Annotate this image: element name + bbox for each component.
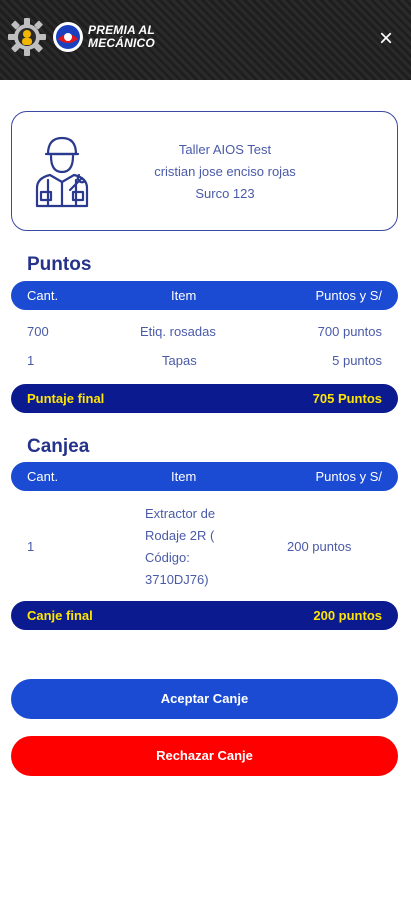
row-item-line: Código:	[145, 550, 190, 565]
row-item-line: Extractor de	[145, 506, 216, 521]
puntos-total-value: 705 Puntos	[312, 391, 382, 406]
gear-logo-icon	[8, 18, 46, 56]
puntos-col-points: Puntos y S/	[315, 288, 382, 303]
accept-redeem-button[interactable]: Aceptar Canje	[11, 679, 398, 719]
canjea-total-bar: Canje final 200 puntos	[11, 601, 398, 630]
canjea-total-label: Canje final	[27, 608, 93, 623]
row-points: 5 puntos	[332, 353, 382, 368]
table-row: 1 Extractor de Rodaje 2R ( Código: 3710D…	[11, 503, 398, 593]
row-qty: 1	[27, 353, 35, 368]
puntos-section-title: Puntos	[27, 254, 92, 275]
row-points: 200 puntos	[287, 539, 352, 554]
workshop-address: Surco 123	[195, 186, 255, 201]
profile-details: Taller AIOS Test cristian jose enciso ro…	[130, 139, 320, 205]
canjea-table-header: Cant. Item Puntos y S/	[11, 462, 398, 491]
row-item-line: 3710DJ76)	[145, 572, 209, 587]
row-item: Etiq. rosadas	[140, 324, 216, 339]
canjea-col-item: Item	[171, 469, 197, 484]
row-item: Tapas	[162, 353, 197, 368]
row-item-line: Rodaje 2R (	[145, 528, 215, 543]
workshop-name: Taller AIOS Test	[178, 142, 272, 157]
logo-line-2: MECÁNICO	[88, 36, 155, 50]
puntos-total-label: Puntaje final	[27, 391, 105, 406]
canjea-section-title: Canjea	[27, 436, 90, 457]
workshop-profile-card: Taller AIOS Test cristian jose enciso ro…	[11, 111, 398, 231]
row-points: 700 puntos	[317, 324, 382, 339]
canjea-total-value: 200 puntos	[313, 608, 382, 623]
top-bar: PREMIA AL MECÁNICO ×	[0, 0, 411, 80]
puntos-col-item: Item	[171, 288, 197, 303]
brand-badge-icon	[53, 22, 83, 52]
reject-redeem-button[interactable]: Rechazar Canje	[11, 736, 398, 776]
mechanic-avatar-icon	[35, 136, 89, 208]
close-icon: ×	[378, 25, 393, 52]
puntos-col-qty: Cant.	[27, 288, 59, 303]
mechanic-name: cristian jose enciso rojas	[154, 164, 296, 179]
canjea-col-points: Puntos y S/	[315, 469, 382, 484]
row-item: Extractor de Rodaje 2R ( Código: 3710DJ7…	[145, 503, 215, 591]
close-button[interactable]: ×	[375, 26, 397, 52]
brand-logo-text: PREMIA AL MECÁNICO	[88, 24, 178, 50]
puntos-total-bar: Puntaje final 705 Puntos	[11, 384, 398, 413]
canjea-col-qty: Cant.	[27, 469, 59, 484]
puntos-table-header: Cant. Item Puntos y S/	[11, 281, 398, 310]
row-qty: 700	[27, 324, 49, 339]
row-qty: 1	[27, 539, 35, 554]
